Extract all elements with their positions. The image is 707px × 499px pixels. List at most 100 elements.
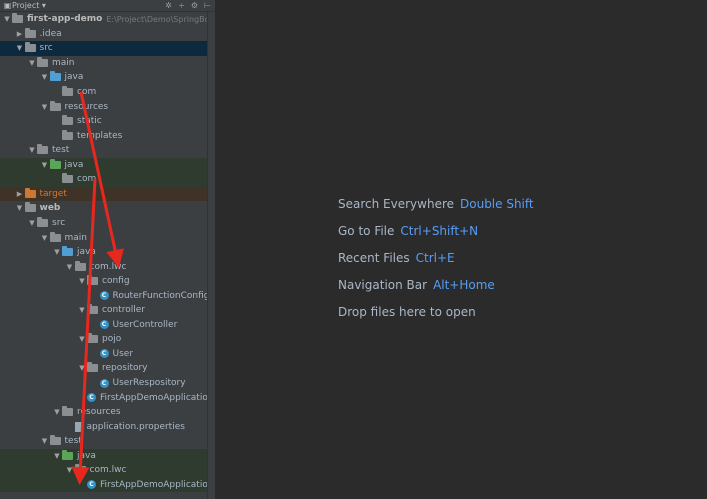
folder-icon [62, 449, 73, 460]
hint-text: Recent Files [338, 251, 410, 265]
tree-item-label: java [64, 72, 84, 83]
tree-row[interactable]: ▼ config [0, 274, 215, 289]
hint-navigation-bar: Navigation Bar Alt+Home [338, 278, 495, 292]
tree-item-label: main [52, 57, 75, 68]
module-icon [12, 13, 23, 24]
chevron-down-icon[interactable]: ▼ [27, 219, 37, 227]
tree-row[interactable]: ▶CUserController [0, 318, 215, 333]
chevron-down-icon[interactable]: ▼ [52, 408, 62, 416]
tree-row[interactable]: ▼ com.lwc [0, 463, 215, 478]
chevron-down-icon[interactable]: ▼ [40, 73, 50, 81]
chevron-down-icon[interactable]: ▼ [2, 15, 12, 23]
tree-row[interactable]: ▶com [0, 172, 215, 187]
chevron-down-icon[interactable]: ▼ [52, 248, 62, 256]
folder-icon [62, 406, 73, 417]
tree-row[interactable]: ▶CFirstAppDemoApplicationTests [0, 477, 215, 493]
tree-row[interactable]: ▼ resources [0, 405, 215, 420]
folder-icon [37, 216, 48, 227]
tree-row[interactable]: ▼ pojo [0, 332, 215, 347]
chevron-right-icon[interactable]: ▶ [15, 30, 25, 38]
chevron-down-icon[interactable]: ▼ [15, 44, 25, 52]
tree-row[interactable]: ▶ target [0, 186, 215, 202]
collapse-icon[interactable]: ÷ [177, 1, 186, 10]
hint-shortcut: Alt+Home [433, 278, 495, 292]
tree-row[interactable]: ▶CUser [0, 347, 215, 362]
chevron-down-icon[interactable]: ▼ [40, 103, 50, 111]
chevron-down-icon[interactable]: ▼ [77, 335, 87, 343]
class-icon: C [99, 378, 109, 388]
tree-row[interactable]: ▼ java [0, 448, 215, 463]
package-icon [62, 86, 73, 96]
folder-icon [24, 42, 36, 53]
chevron-down-icon[interactable]: ▼ [27, 146, 37, 154]
tree-row[interactable]: ▼ resources [0, 99, 215, 114]
tree-row[interactable]: ▼ src [0, 216, 215, 231]
chevron-down-icon[interactable]: ▼ [77, 277, 87, 285]
tree-row[interactable]: ▶com [0, 85, 215, 100]
class-icon: C [87, 480, 96, 490]
tree-row[interactable]: ▶static [0, 114, 215, 129]
chevron-down-icon: ▾ [41, 1, 46, 10]
tree-row[interactable]: ▼ test [0, 143, 215, 158]
tree-row[interactable]: ▶CFirstAppDemoApplication [0, 390, 215, 405]
tree-item-label: web [39, 203, 61, 214]
tree-item-label: FirstAppDemoApplicationTests [100, 479, 215, 490]
folder-icon [37, 56, 48, 67]
class-icon: C [99, 320, 109, 330]
folder-icon [24, 187, 36, 198]
settings-icon[interactable]: ✲ [164, 1, 173, 10]
tree-row[interactable]: ▼ java [0, 70, 215, 85]
tree-row[interactable]: ▼ main [0, 56, 215, 71]
hint-go-to-file: Go to File Ctrl+Shift+N [338, 224, 478, 238]
folder-icon [49, 435, 61, 446]
tree-row[interactable]: ▶CRouterFunctionConfiguration [0, 288, 215, 303]
tree-row[interactable]: ▼ com.lwc [0, 259, 215, 274]
chevron-down-icon[interactable]: ▼ [27, 59, 37, 67]
package-icon [62, 173, 73, 184]
chevron-down-icon[interactable]: ▼ [65, 466, 75, 474]
tree-row[interactable]: ▼ src [0, 41, 215, 56]
hide-icon[interactable]: ⊢ [203, 1, 212, 10]
tree-row[interactable]: ▶ .idea [0, 27, 215, 42]
chevron-down-icon[interactable]: ▼ [52, 452, 62, 460]
chevron-right-icon[interactable]: ▶ [15, 190, 25, 198]
project-icon: ▣ [3, 1, 12, 10]
tree-row[interactable]: ▼ java [0, 157, 215, 172]
tree-row[interactable]: ▼ first-app-demo E:\Project\Demo\SpringBoo… [0, 12, 215, 27]
tree-row[interactable]: ▼ controller [0, 303, 215, 318]
module-icon [24, 202, 36, 213]
tree-item-label: UserRespository [112, 378, 186, 388]
tree-item-label: com [77, 174, 97, 185]
chevron-down-icon[interactable]: ▼ [77, 364, 87, 372]
tree-item-label: static [77, 116, 102, 127]
tree-row[interactable]: ▼ test [0, 434, 215, 449]
folder-icon [49, 71, 61, 82]
tree-row[interactable]: ▼ web [0, 201, 215, 216]
chevron-down-icon[interactable]: ▼ [40, 161, 50, 169]
properties-file-icon [74, 421, 83, 432]
gear-icon[interactable]: ⚙ [190, 1, 199, 10]
chevron-down-icon[interactable]: ▼ [40, 437, 50, 445]
tree-row[interactable]: ▼ main [0, 230, 215, 245]
chevron-down-icon[interactable]: ▼ [40, 234, 50, 242]
tree-row[interactable]: ▶CUserRespository [0, 376, 215, 391]
tree-row[interactable]: ▶application.properties [0, 419, 215, 434]
tree-row[interactable]: ▼ java [0, 245, 215, 260]
class-icon: C [87, 393, 96, 403]
tree-item-label: resources [64, 101, 109, 112]
hint-text: Drop files here to open [338, 305, 476, 319]
chevron-down-icon[interactable]: ▼ [15, 204, 25, 212]
tree-scrollbar[interactable] [207, 12, 215, 499]
project-view-selector[interactable]: ▣ Project ▾ [3, 1, 48, 10]
hint-text: Search Everywhere [338, 197, 454, 211]
tree-row[interactable]: ▼ repository [0, 361, 215, 376]
folder-icon [62, 115, 73, 126]
chevron-down-icon[interactable]: ▼ [65, 263, 75, 271]
tree-item-label: first-app-demo [27, 14, 103, 25]
hint-recent-files: Recent Files Ctrl+E [338, 251, 455, 265]
folder-icon [49, 231, 61, 242]
package-icon [87, 275, 98, 286]
class-icon: C [99, 349, 109, 359]
chevron-down-icon[interactable]: ▼ [77, 306, 87, 314]
tree-row[interactable]: ▶templates [0, 128, 215, 143]
